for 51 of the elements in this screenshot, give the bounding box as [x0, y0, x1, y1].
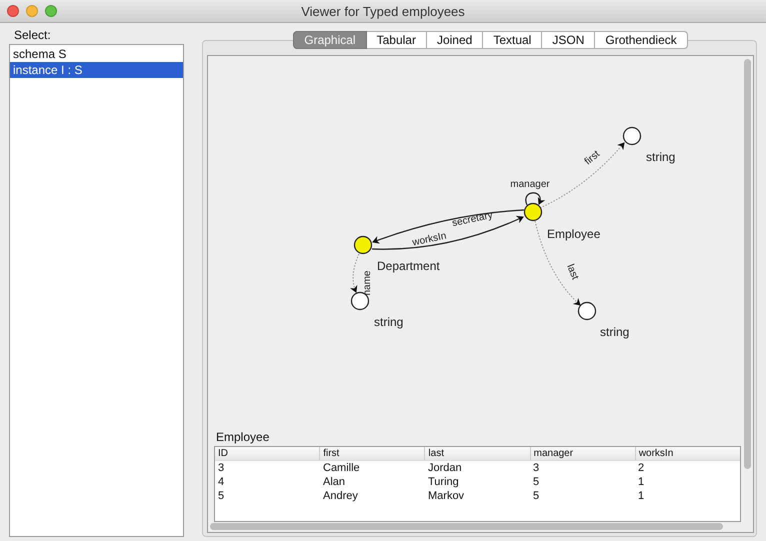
- tab[interactable]: Textual: [483, 31, 542, 49]
- table-cell-text: Markov: [427, 489, 466, 503]
- table-cell-text: 3: [217, 461, 226, 475]
- table-cell-text: Alan: [322, 475, 346, 489]
- table-cell-text: 1: [637, 475, 646, 489]
- tab[interactable]: Grothendieck: [595, 31, 688, 49]
- close-icon[interactable]: [7, 5, 19, 17]
- edge-label: last: [564, 262, 580, 282]
- column-header[interactable]: first: [319, 447, 424, 460]
- column-header[interactable]: last: [424, 447, 530, 460]
- table-cell-text: 3: [532, 461, 540, 475]
- table-cell-text: Camille: [322, 461, 361, 475]
- tab[interactable]: Joined: [426, 31, 484, 49]
- window-title: Viewer for Typed employees: [301, 4, 465, 18]
- edge-label: first: [582, 148, 602, 168]
- table-cell-text: 4: [217, 475, 226, 489]
- table-cell-text: 5: [532, 489, 540, 503]
- type-node: [622, 126, 642, 146]
- table-cell-text: 1: [637, 489, 646, 503]
- table-cell-text: Turing: [427, 475, 460, 489]
- entity-node: [524, 202, 542, 222]
- list-item[interactable]: schema S: [10, 46, 183, 62]
- vertical-scrollbar[interactable]: [744, 59, 751, 469]
- edge-label: secretary: [451, 210, 494, 230]
- node-label: string: [374, 315, 404, 329]
- type-node: [578, 302, 596, 320]
- zoom-icon[interactable]: [45, 5, 57, 17]
- column-header[interactable]: ID: [215, 447, 320, 460]
- table-cell-text: 5: [217, 489, 226, 503]
- entity-node: [354, 236, 372, 254]
- table-cell-text: Andrey: [322, 489, 359, 503]
- node-label: string: [600, 325, 630, 339]
- table-cell-text: 2: [637, 461, 646, 475]
- edge-arrow: [350, 254, 360, 293]
- minimize-icon[interactable]: [26, 5, 38, 17]
- edge-label: name: [362, 270, 373, 296]
- list-item[interactable]: instance I : S: [10, 62, 183, 78]
- table-cell-text: 5: [532, 475, 540, 489]
- node-label: Employee: [547, 227, 600, 241]
- tab[interactable]: Tabular: [366, 31, 427, 49]
- table-cell-text: Jordan: [427, 461, 463, 475]
- table-title: Employee: [216, 430, 270, 444]
- column-header[interactable]: manager: [530, 447, 635, 460]
- node-label: Department: [377, 259, 440, 273]
- edge-label: worksIn: [411, 230, 448, 249]
- tab[interactable]: JSON: [542, 31, 596, 49]
- column-header[interactable]: worksIn: [634, 447, 740, 460]
- select-label: Select:: [13, 27, 52, 44]
- node-label: string: [646, 150, 676, 164]
- horizontal-scrollbar[interactable]: [210, 523, 723, 530]
- edge-label: manager: [510, 179, 550, 190]
